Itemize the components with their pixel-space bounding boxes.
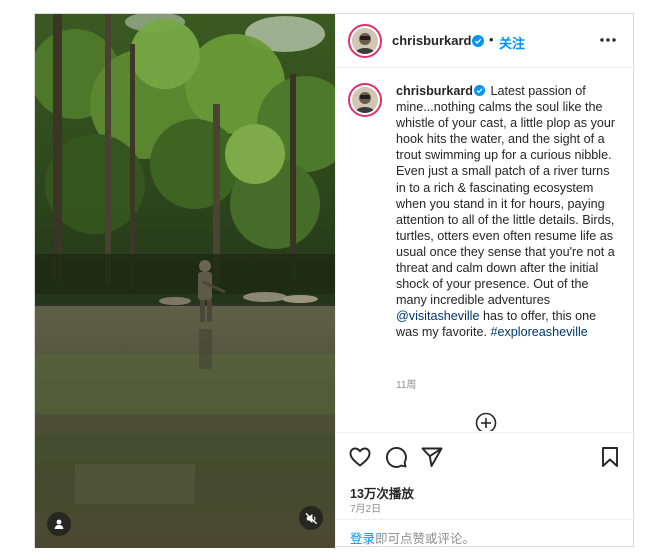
load-more-comments-icon[interactable] xyxy=(475,412,497,431)
author-username[interactable]: chrisburkard xyxy=(392,33,471,48)
video-frame-fly-fishing xyxy=(35,14,335,548)
hashtag-link[interactable]: #exploreasheville xyxy=(490,325,587,339)
bookmark-icon[interactable] xyxy=(598,445,622,469)
share-icon[interactable] xyxy=(420,445,444,469)
login-link[interactable]: 登录 xyxy=(350,532,375,546)
author-avatar[interactable] xyxy=(348,24,382,58)
more-horizontal-icon xyxy=(600,38,616,42)
post-date[interactable]: 7月2日 xyxy=(350,500,381,515)
post-actions: 13万次播放 7月2日 登录即可点赞或评论。 xyxy=(336,432,634,546)
caption-text: Latest passion of mine...nothing calms t… xyxy=(396,84,616,308)
comments-area[interactable]: chrisburkard Latest passion of mine...no… xyxy=(336,69,634,431)
user-tag-button[interactable] xyxy=(47,512,71,536)
follow-button[interactable]: 关注 xyxy=(499,33,525,52)
post-caption: chrisburkard Latest passion of mine...no… xyxy=(396,83,620,341)
post-details-panel: chrisburkard • 关注 chrisburkard Latest pa… xyxy=(335,14,634,546)
comment-icon[interactable] xyxy=(384,445,408,469)
login-prompt-text: 即可点赞或评论。 xyxy=(375,532,476,546)
header-separator: • xyxy=(489,32,494,47)
post-video[interactable] xyxy=(35,14,335,548)
instagram-post: chrisburkard • 关注 chrisburkard Latest pa… xyxy=(34,13,634,548)
caption-timestamp[interactable]: 11周 xyxy=(396,376,416,391)
mute-icon xyxy=(304,512,317,524)
user-tag-icon xyxy=(54,519,64,529)
more-options-button[interactable] xyxy=(596,28,620,52)
mention-link[interactable]: @visitasheville xyxy=(396,309,479,323)
heart-icon[interactable] xyxy=(348,445,372,469)
post-header: chrisburkard • 关注 xyxy=(336,14,634,68)
mute-button[interactable] xyxy=(299,506,323,530)
verified-badge-icon xyxy=(472,35,484,47)
caption-username[interactable]: chrisburkard xyxy=(396,84,473,98)
caption-author-avatar[interactable] xyxy=(348,83,382,117)
verified-badge-icon xyxy=(474,85,485,96)
login-prompt: 登录即可点赞或评论。 xyxy=(336,519,634,547)
